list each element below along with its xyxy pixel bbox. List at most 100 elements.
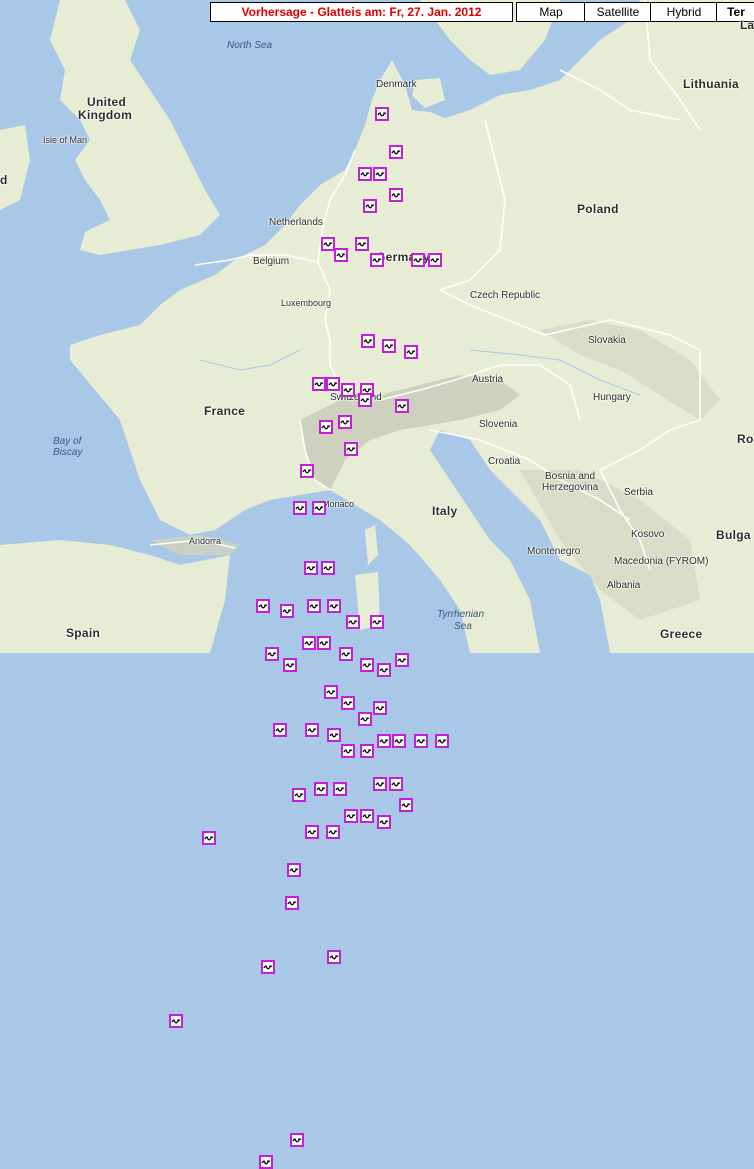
glatteis-warning-marker[interactable] <box>279 604 294 618</box>
glatteis-warning-marker[interactable] <box>392 733 406 748</box>
glatteis-warning-marker[interactable] <box>363 199 378 213</box>
glatteis-warning-icon <box>341 652 351 657</box>
glatteis-warning-marker[interactable] <box>354 236 369 251</box>
glatteis-warning-marker[interactable] <box>301 636 316 651</box>
glatteis-warning-marker[interactable] <box>305 722 320 737</box>
glatteis-warning-marker[interactable] <box>264 647 279 662</box>
glatteis-warning-marker[interactable] <box>318 420 333 435</box>
glatteis-warning-marker[interactable] <box>388 188 403 203</box>
glatteis-warning-icon <box>372 258 382 263</box>
glatteis-warning-marker[interactable] <box>259 1154 274 1169</box>
glatteis-warning-marker[interactable] <box>398 798 413 813</box>
glatteis-warning-marker[interactable] <box>261 960 276 975</box>
glatteis-warning-icon <box>343 387 353 393</box>
glatteis-warning-marker[interactable] <box>337 415 352 429</box>
glatteis-warning-marker[interactable] <box>341 744 355 759</box>
glatteis-warning-marker[interactable] <box>375 107 389 122</box>
glatteis-warning-marker[interactable] <box>284 895 299 910</box>
glatteis-warning-marker[interactable] <box>332 782 347 797</box>
glatteis-warning-marker[interactable] <box>427 253 442 267</box>
map-type-satellite-button[interactable]: Satellite <box>584 2 652 22</box>
glatteis-warning-icon <box>204 835 214 841</box>
glatteis-warning-marker[interactable] <box>293 501 308 516</box>
glatteis-warning-icon <box>326 690 336 695</box>
glatteis-warning-marker[interactable] <box>373 776 388 791</box>
glatteis-warning-icon <box>292 1138 302 1143</box>
glatteis-warning-marker[interactable] <box>305 825 320 840</box>
glatteis-warning-marker[interactable] <box>395 652 410 667</box>
glatteis-warning-icon <box>329 733 339 738</box>
label-monaco: Monaco <box>322 499 355 509</box>
glatteis-warning-marker[interactable] <box>373 166 388 181</box>
glatteis-warning-marker[interactable] <box>344 442 359 456</box>
glatteis-warning-marker[interactable] <box>327 728 342 743</box>
glatteis-warning-marker[interactable] <box>346 614 361 629</box>
glatteis-warning-marker[interactable] <box>359 658 374 672</box>
glatteis-warning-marker[interactable] <box>317 636 332 651</box>
glatteis-warning-marker[interactable] <box>325 377 340 392</box>
glatteis-warning-marker[interactable] <box>388 776 403 791</box>
glatteis-warning-marker[interactable] <box>358 166 372 181</box>
glatteis-warning-marker[interactable] <box>300 463 315 478</box>
glatteis-warning-icon <box>413 258 423 263</box>
glatteis-warning-marker[interactable] <box>376 663 391 678</box>
glatteis-warning-icon <box>275 727 285 733</box>
glatteis-warning-marker[interactable] <box>339 647 354 662</box>
glatteis-warning-icon <box>363 339 373 344</box>
glatteis-warning-marker[interactable] <box>324 685 338 699</box>
label-montenegro: Montenegro <box>527 546 581 557</box>
glatteis-warning-marker[interactable] <box>290 1133 304 1148</box>
glatteis-warning-marker[interactable] <box>359 809 374 824</box>
glatteis-warning-marker[interactable] <box>358 712 372 726</box>
glatteis-warning-icon <box>357 241 367 247</box>
glatteis-warning-marker[interactable] <box>358 393 372 408</box>
glatteis-warning-marker[interactable] <box>334 247 349 262</box>
glatteis-warning-marker[interactable] <box>376 814 391 829</box>
glatteis-warning-marker[interactable] <box>320 560 335 575</box>
glatteis-warning-marker[interactable] <box>341 695 355 710</box>
glatteis-warning-marker[interactable] <box>395 398 410 413</box>
glatteis-warning-marker[interactable] <box>414 733 429 748</box>
glatteis-warning-marker[interactable] <box>381 339 396 354</box>
glatteis-warning-marker[interactable] <box>283 658 298 672</box>
glatteis-warning-marker[interactable] <box>307 598 321 613</box>
glatteis-warning-marker[interactable] <box>327 598 342 613</box>
glatteis-warning-marker[interactable] <box>303 560 318 575</box>
glatteis-warning-marker[interactable] <box>344 809 359 824</box>
label-bulgaria: Bulga <box>716 528 751 542</box>
glatteis-warning-icon <box>348 619 358 625</box>
glatteis-warning-marker[interactable] <box>312 377 327 392</box>
label-hungary: Hungary <box>593 392 631 403</box>
glatteis-warning-marker[interactable] <box>359 744 374 759</box>
glatteis-warning-marker[interactable] <box>256 598 270 613</box>
glatteis-warning-marker[interactable] <box>273 722 287 737</box>
glatteis-warning-marker[interactable] <box>434 733 449 748</box>
glatteis-warning-marker[interactable] <box>376 733 391 748</box>
glatteis-warning-marker[interactable] <box>291 787 306 802</box>
glatteis-warning-marker[interactable] <box>313 782 328 797</box>
glatteis-warning-marker[interactable] <box>169 1014 184 1029</box>
glatteis-warning-icon <box>285 663 295 668</box>
map-type-hybrid-button[interactable]: Hybrid <box>650 2 718 22</box>
glatteis-warning-icon <box>391 193 401 198</box>
glatteis-warning-marker[interactable] <box>410 253 425 267</box>
glatteis-warning-marker[interactable] <box>373 701 388 716</box>
glatteis-warning-marker[interactable] <box>201 830 216 845</box>
glatteis-warning-marker[interactable] <box>327 949 342 964</box>
glatteis-warning-marker[interactable] <box>320 236 335 251</box>
glatteis-warning-icon <box>375 781 385 787</box>
glatteis-warning-marker[interactable] <box>369 253 384 267</box>
glatteis-warning-marker[interactable] <box>286 863 301 878</box>
glatteis-warning-icon <box>321 425 331 430</box>
glatteis-warning-marker[interactable] <box>341 382 355 397</box>
glatteis-warning-icon <box>384 344 394 349</box>
label-bay-of: Bay of <box>53 436 82 447</box>
glatteis-warning-marker[interactable] <box>388 145 403 159</box>
glatteis-warning-marker[interactable] <box>312 501 327 516</box>
glatteis-warning-icon <box>336 252 346 258</box>
glatteis-warning-marker[interactable] <box>403 344 418 359</box>
glatteis-warning-marker[interactable] <box>361 334 376 348</box>
glatteis-warning-marker[interactable] <box>369 614 384 629</box>
glatteis-warning-marker[interactable] <box>325 825 340 840</box>
map-type-map-button[interactable]: Map <box>516 2 586 22</box>
